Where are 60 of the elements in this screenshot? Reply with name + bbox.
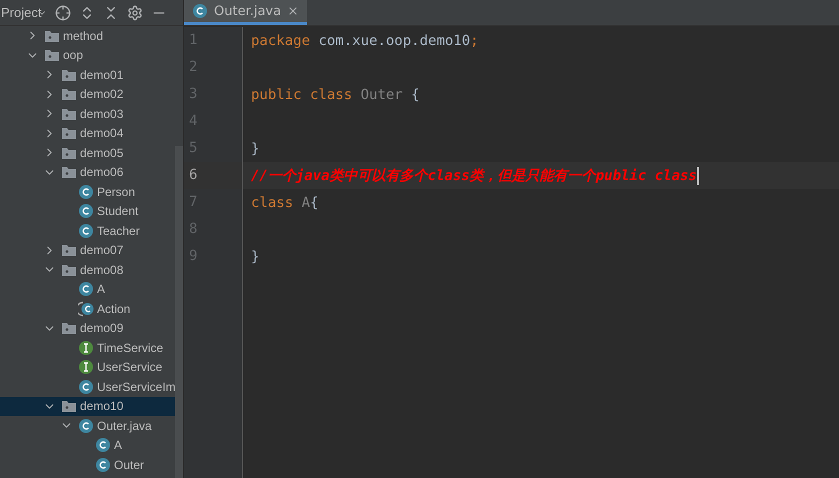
close-icon[interactable] — [287, 5, 300, 17]
tree-item[interactable]: method — [0, 26, 175, 46]
package-folder-icon — [61, 146, 77, 160]
code-line: } — [251, 248, 260, 264]
tree-item[interactable]: demo02 — [0, 84, 175, 104]
tree-item[interactable]: UserService — [0, 358, 175, 377]
tree-item[interactable]: demo10 — [0, 396, 175, 416]
locate-icon[interactable] — [55, 4, 72, 20]
package-folder-icon — [61, 165, 77, 180]
tree-item[interactable]: demo06 — [0, 162, 175, 182]
tree-item[interactable]: Teacher — [0, 221, 175, 240]
package-folder-icon — [61, 126, 77, 140]
tree-item[interactable]: demo07 — [0, 240, 175, 260]
tree-item[interactable]: A — [0, 280, 175, 299]
class-icon — [78, 222, 94, 239]
package-folder-icon — [44, 48, 60, 62]
package-folder-icon — [61, 321, 77, 336]
class-icon — [192, 3, 208, 19]
package-folder-icon — [61, 68, 77, 82]
tree-item[interactable]: A — [0, 436, 175, 455]
code-line: //一个java类中可以有多个class类，但是只能有一个public class — [251, 166, 697, 184]
tree-item[interactable]: demo04 — [0, 124, 175, 143]
tree-item[interactable]: Outer — [0, 455, 175, 474]
tree-item[interactable]: Outer.java — [0, 416, 175, 436]
settings-icon[interactable] — [127, 4, 144, 20]
tree-item[interactable]: Action — [0, 299, 175, 318]
class-icon — [78, 378, 94, 395]
class-icon — [95, 456, 111, 473]
editor-tab[interactable]: Outer.java — [184, 0, 308, 25]
class-icon — [78, 203, 94, 220]
abstract-class-icon — [78, 300, 94, 317]
text-cursor — [696, 166, 699, 184]
tree-item[interactable]: demo08 — [0, 260, 175, 280]
code-line: public class Outer { — [251, 86, 420, 102]
tree-item[interactable]: oop — [0, 46, 175, 65]
class-icon — [78, 418, 94, 434]
panel-title[interactable]: Project — [1, 5, 42, 20]
tree-item[interactable]: demo09 — [0, 318, 175, 338]
tree-item[interactable]: demo05 — [0, 143, 175, 162]
tree-item[interactable]: TimeService — [0, 338, 175, 358]
tree-item[interactable]: demo01 — [0, 65, 175, 84]
interface-icon — [78, 359, 94, 376]
class-icon — [78, 184, 94, 200]
package-folder-icon — [61, 262, 77, 277]
code-line: } — [251, 140, 260, 156]
interface-icon — [78, 340, 94, 356]
class-icon — [78, 281, 94, 298]
code-line: package com.xue.oop.demo10; — [251, 32, 479, 48]
package-folder-icon — [61, 399, 77, 414]
package-folder-icon — [44, 28, 60, 43]
tree-item[interactable]: Person — [0, 182, 175, 202]
tree-item[interactable]: Student — [0, 202, 175, 221]
tree-item[interactable]: demo03 — [0, 104, 175, 124]
package-folder-icon — [61, 106, 77, 121]
class-icon — [95, 437, 111, 454]
tree-item[interactable]: UserServiceIm — [0, 377, 175, 396]
code-line: class A{ — [251, 194, 318, 210]
package-folder-icon — [61, 87, 77, 102]
package-folder-icon — [61, 243, 77, 258]
scrollbar[interactable] — [175, 146, 183, 478]
